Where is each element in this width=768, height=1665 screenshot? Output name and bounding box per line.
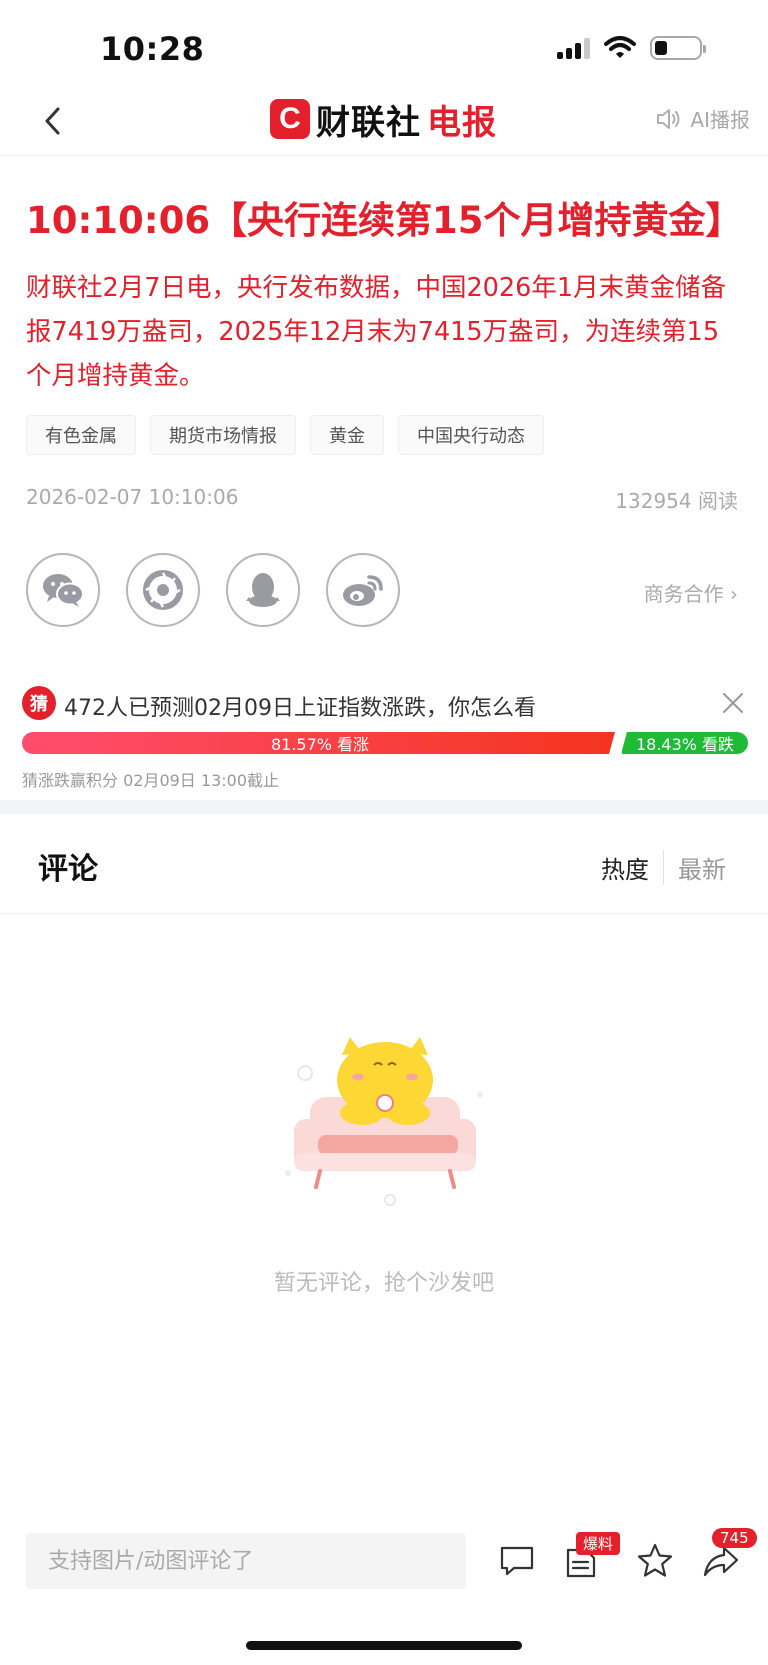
empty-sofa-illustration <box>285 1037 483 1206</box>
vote-up-bar[interactable]: 81.57% 看涨 <box>22 732 618 754</box>
vote-down-label: 18.43% 看跌 <box>635 735 735 754</box>
status-time: 10:28 <box>100 30 205 68</box>
article-title: 10:10:06【央行连续第15个月增持黄金】 <box>26 199 743 242</box>
home-indicator <box>246 1641 522 1650</box>
moments-icon <box>143 570 183 610</box>
sort-hot-tab[interactable]: 热度 <box>587 850 663 885</box>
speaker-icon <box>657 108 680 129</box>
share-row <box>26 553 400 627</box>
article-datetime: 2026-02-07 10:10:06 <box>26 485 239 509</box>
tip-off-badge: 爆料 <box>576 1532 621 1555</box>
comments-header: 评论 热度 最新 <box>0 814 768 914</box>
sort-new-tab[interactable]: 最新 <box>663 850 740 885</box>
article-body: 财联社2月7日电，央行发布数据，中国2026年1月末黄金储备报7419万盎司，2… <box>26 273 727 391</box>
comment-icon[interactable] <box>498 1542 536 1580</box>
status-bar: 10:28 <box>0 0 768 90</box>
read-count: 132954 阅读 <box>615 489 738 513</box>
close-icon[interactable] <box>720 690 746 716</box>
vote-down-bar[interactable]: 18.43% 看跌 <box>622 732 748 754</box>
tag-item[interactable]: 期货市场情报 <box>150 415 296 455</box>
ai-play-label: AI播报 <box>690 108 750 132</box>
prediction-bar: 81.57% 看涨 18.43% 看跌 <box>22 732 748 754</box>
vote-up-label: 81.57% 看涨 <box>270 735 370 754</box>
tag-item[interactable]: 有色金属 <box>26 415 136 455</box>
prediction-card: 猜 472人已预测02月09日上证指数涨跌，你怎么看 81.57% 看涨 18.… <box>0 680 768 798</box>
guess-badge: 猜 <box>22 686 56 720</box>
brand-logo-icon: C <box>270 99 310 139</box>
battery-icon <box>650 36 706 60</box>
star-icon[interactable] <box>636 1542 674 1580</box>
share-qq-button[interactable] <box>226 553 300 627</box>
business-cooperation-link[interactable]: 商务合作 › <box>644 578 738 607</box>
brand-name: 财联社 <box>316 102 421 143</box>
cellular-signal-icon <box>557 37 590 59</box>
share-moments-button[interactable] <box>126 553 200 627</box>
comment-sort-tabs: 热度 最新 <box>587 850 740 885</box>
prediction-question[interactable]: 472人已预测02月09日上证指数涨跌，你怎么看 <box>64 690 536 722</box>
chevron-left-icon <box>45 107 60 135</box>
comment-input[interactable] <box>26 1533 466 1589</box>
brand-logo-group: C 财联社 电报 <box>270 96 497 143</box>
comments-title: 评论 <box>38 852 98 887</box>
share-wechat-button[interactable] <box>26 553 100 627</box>
ai-play-button[interactable]: AI播报 <box>656 104 750 133</box>
tag-list: 有色金属 期货市场情报 黄金 中国央行动态 <box>26 415 544 455</box>
nav-bar: C 财联社 电报 AI播报 <box>0 90 768 156</box>
qq-icon <box>246 573 280 607</box>
section-divider <box>0 800 768 814</box>
prediction-note: 猜涨跌赢积分 02月09日 13:00截止 <box>22 771 280 790</box>
bottom-bar: 爆料 745 <box>0 1514 768 1604</box>
empty-comments-text: 暂无评论，抢个沙发吧 <box>273 1271 494 1296</box>
share-weibo-button[interactable] <box>326 553 400 627</box>
tag-item[interactable]: 黄金 <box>310 415 384 455</box>
share-count-badge: 745 <box>712 1528 757 1548</box>
wifi-icon <box>604 36 636 58</box>
wechat-icon <box>43 574 84 607</box>
status-icons <box>557 36 706 60</box>
brand-name-red: 电报 <box>427 102 497 143</box>
tag-item[interactable]: 中国央行动态 <box>398 415 544 455</box>
back-button[interactable] <box>28 96 78 146</box>
weibo-icon <box>343 575 383 606</box>
